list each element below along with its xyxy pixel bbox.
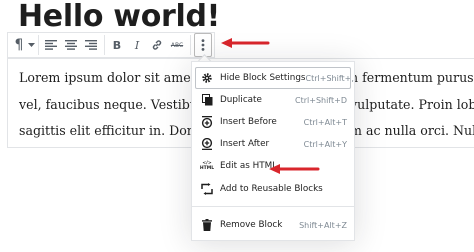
menu-item-label: Add to Reusable Blocks (220, 184, 323, 194)
menu-item-hide-block-settings[interactable]: Hide Block Settings Ctrl+Shift+, (195, 67, 354, 89)
trash-icon (201, 219, 213, 231)
paragraph-glyph: ¶ (14, 37, 24, 53)
menu-item-shortcut: Ctrl+Shift+, (305, 73, 354, 83)
menu-item-label: Duplicate (220, 95, 262, 105)
gear-icon (201, 72, 213, 84)
more-options-icon[interactable] (194, 33, 212, 57)
menu-item-insert-before[interactable]: Insert Before Ctrl+Alt+T (195, 111, 351, 133)
block-toolbar: ¶ B I ABC (7, 32, 215, 58)
annotation-arrow-icon (269, 164, 320, 174)
menu-item-label: Insert After (220, 139, 270, 149)
strike-glyph: ABC (170, 41, 184, 49)
strikethrough-icon[interactable]: ABC (168, 33, 186, 57)
paragraph-line: Lorem ipsum dolor sit amet, co (19, 70, 219, 85)
duplicate-icon (201, 94, 213, 106)
menu-item-label: Insert Before (220, 117, 277, 127)
align-center-icon[interactable] (62, 33, 80, 57)
italic-glyph: I (134, 38, 140, 52)
paragraph-line: m ac nulla orci. Nulla (350, 123, 474, 138)
menu-item-shortcut: Ctrl+Alt+T (303, 117, 347, 127)
bold-glyph: B (112, 38, 122, 52)
paragraph-line: vulputate. Proin lobort (350, 97, 474, 112)
menu-item-shortcut: Shift+Alt+Z (299, 220, 347, 230)
toolbar-divider (38, 35, 39, 55)
annotation-arrow-icon (221, 38, 270, 48)
menu-item-duplicate[interactable]: Duplicate Ctrl+Shift+D (195, 89, 351, 111)
menu-item-remove-block[interactable]: Remove Block Shift+Alt+Z (195, 214, 351, 236)
reusable-blocks-icon (201, 183, 213, 195)
link-icon[interactable] (148, 33, 166, 57)
html-icon: </> HTML (199, 160, 215, 172)
menu-item-add-to-reusable-blocks[interactable]: Add to Reusable Blocks (195, 178, 351, 200)
menu-item-label: Hide Block Settings (220, 73, 306, 83)
menu-item-shortcut: Ctrl+Alt+Y (303, 139, 347, 149)
toolbar-divider (190, 35, 191, 55)
menu-item-insert-after[interactable]: Insert After Ctrl+Alt+Y (195, 133, 351, 155)
menu-divider (192, 206, 354, 207)
toolbar-divider (104, 35, 105, 55)
bold-icon[interactable]: B (108, 33, 126, 57)
align-left-icon[interactable] (42, 33, 60, 57)
insert-before-icon (201, 116, 213, 128)
post-title[interactable]: Hello world! (18, 0, 220, 34)
menu-item-shortcut: Ctrl+Shift+D (295, 95, 347, 105)
paragraph-line: n fermentum purus co (350, 70, 474, 85)
align-right-icon[interactable] (82, 33, 100, 57)
insert-after-icon (201, 138, 213, 150)
chevron-down-icon[interactable] (26, 33, 36, 57)
block-settings-menu: Hide Block Settings Ctrl+Shift+, Duplica… (191, 61, 355, 241)
italic-icon[interactable]: I (128, 33, 146, 57)
html-icon-text: HTML (199, 166, 215, 171)
menu-item-label: Remove Block (220, 220, 283, 230)
